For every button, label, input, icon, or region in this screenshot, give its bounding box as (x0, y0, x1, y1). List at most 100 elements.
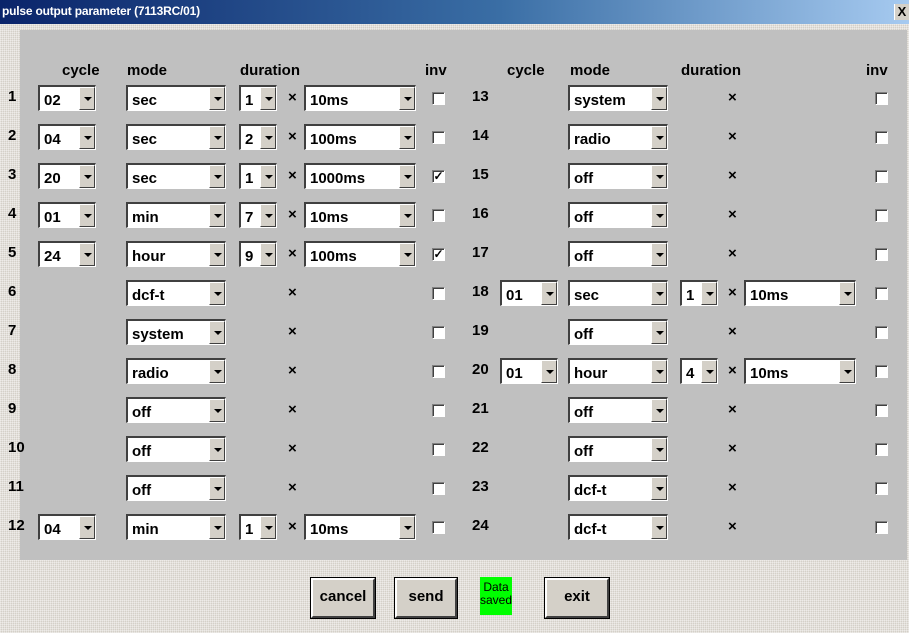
chevron-down-icon[interactable] (79, 87, 95, 110)
mode-select[interactable]: sec (126, 124, 226, 150)
cycle-select[interactable]: 04 (38, 124, 96, 150)
mode-select[interactable]: system (568, 85, 668, 111)
invert-checkbox[interactable] (432, 521, 445, 534)
duration-unit-select[interactable]: 100ms (304, 241, 416, 267)
chevron-down-icon[interactable] (651, 165, 667, 188)
cycle-select[interactable]: 01 (500, 280, 558, 306)
chevron-down-icon[interactable] (399, 165, 415, 188)
invert-checkbox[interactable] (875, 404, 888, 417)
mode-select[interactable]: off (568, 241, 668, 267)
chevron-down-icon[interactable] (209, 87, 225, 110)
invert-checkbox[interactable]: ✓ (432, 248, 445, 261)
mode-select[interactable]: off (126, 436, 226, 462)
invert-checkbox[interactable] (875, 443, 888, 456)
chevron-down-icon[interactable] (260, 126, 276, 149)
cycle-select[interactable]: 20 (38, 163, 96, 189)
chevron-down-icon[interactable] (651, 321, 667, 344)
mode-select[interactable]: system (126, 319, 226, 345)
chevron-down-icon[interactable] (209, 438, 225, 461)
chevron-down-icon[interactable] (399, 87, 415, 110)
chevron-down-icon[interactable] (79, 516, 95, 539)
duration-multiplier-select[interactable]: 1 (239, 514, 277, 540)
duration-unit-select[interactable]: 10ms (744, 358, 856, 384)
chevron-down-icon[interactable] (209, 321, 225, 344)
chevron-down-icon[interactable] (651, 87, 667, 110)
invert-checkbox[interactable] (875, 131, 888, 144)
exit-button[interactable]: exit (544, 577, 610, 619)
chevron-down-icon[interactable] (651, 516, 667, 539)
chevron-down-icon[interactable] (209, 477, 225, 500)
duration-multiplier-select[interactable]: 2 (239, 124, 277, 150)
mode-select[interactable]: dcf-t (126, 280, 226, 306)
chevron-down-icon[interactable] (209, 282, 225, 305)
duration-multiplier-select[interactable]: 1 (680, 280, 718, 306)
mode-select[interactable]: sec (568, 280, 668, 306)
duration-unit-select[interactable]: 10ms (304, 514, 416, 540)
invert-checkbox[interactable] (875, 521, 888, 534)
send-button[interactable]: send (394, 577, 458, 619)
cycle-select[interactable]: 01 (38, 202, 96, 228)
close-button[interactable]: X (894, 4, 909, 20)
mode-select[interactable]: off (126, 397, 226, 423)
cycle-select[interactable]: 01 (500, 358, 558, 384)
chevron-down-icon[interactable] (260, 243, 276, 266)
chevron-down-icon[interactable] (209, 126, 225, 149)
chevron-down-icon[interactable] (701, 360, 717, 383)
chevron-down-icon[interactable] (79, 126, 95, 149)
cycle-select[interactable]: 04 (38, 514, 96, 540)
chevron-down-icon[interactable] (651, 204, 667, 227)
invert-checkbox[interactable] (432, 365, 445, 378)
mode-select[interactable]: off (568, 202, 668, 228)
cycle-select[interactable]: 24 (38, 241, 96, 267)
invert-checkbox[interactable] (875, 248, 888, 261)
mode-select[interactable]: sec (126, 163, 226, 189)
mode-select[interactable]: off (568, 436, 668, 462)
invert-checkbox[interactable] (875, 209, 888, 222)
invert-checkbox[interactable] (432, 443, 445, 456)
chevron-down-icon[interactable] (399, 126, 415, 149)
mode-select[interactable]: dcf-t (568, 475, 668, 501)
mode-select[interactable]: hour (126, 241, 226, 267)
chevron-down-icon[interactable] (209, 360, 225, 383)
duration-multiplier-select[interactable]: 1 (239, 163, 277, 189)
chevron-down-icon[interactable] (209, 243, 225, 266)
duration-multiplier-select[interactable]: 1 (239, 85, 277, 111)
chevron-down-icon[interactable] (399, 516, 415, 539)
chevron-down-icon[interactable] (209, 399, 225, 422)
chevron-down-icon[interactable] (260, 165, 276, 188)
chevron-down-icon[interactable] (209, 204, 225, 227)
chevron-down-icon[interactable] (79, 243, 95, 266)
cycle-select[interactable]: 02 (38, 85, 96, 111)
chevron-down-icon[interactable] (651, 477, 667, 500)
chevron-down-icon[interactable] (209, 165, 225, 188)
chevron-down-icon[interactable] (839, 282, 855, 305)
invert-checkbox[interactable] (875, 170, 888, 183)
duration-unit-select[interactable]: 10ms (304, 85, 416, 111)
chevron-down-icon[interactable] (701, 282, 717, 305)
chevron-down-icon[interactable] (651, 126, 667, 149)
duration-unit-select[interactable]: 1000ms (304, 163, 416, 189)
mode-select[interactable]: min (126, 514, 226, 540)
chevron-down-icon[interactable] (651, 282, 667, 305)
chevron-down-icon[interactable] (399, 243, 415, 266)
duration-multiplier-select[interactable]: 4 (680, 358, 718, 384)
mode-select[interactable]: min (126, 202, 226, 228)
duration-unit-select[interactable]: 100ms (304, 124, 416, 150)
duration-unit-select[interactable]: 10ms (744, 280, 856, 306)
chevron-down-icon[interactable] (541, 360, 557, 383)
cancel-button[interactable]: cancel (310, 577, 376, 619)
chevron-down-icon[interactable] (651, 438, 667, 461)
chevron-down-icon[interactable] (79, 204, 95, 227)
chevron-down-icon[interactable] (260, 204, 276, 227)
invert-checkbox[interactable] (432, 209, 445, 222)
mode-select[interactable]: off (568, 319, 668, 345)
invert-checkbox[interactable] (432, 404, 445, 417)
mode-select[interactable]: radio (126, 358, 226, 384)
invert-checkbox[interactable] (432, 287, 445, 300)
duration-multiplier-select[interactable]: 9 (239, 241, 277, 267)
chevron-down-icon[interactable] (260, 516, 276, 539)
mode-select[interactable]: off (568, 163, 668, 189)
chevron-down-icon[interactable] (209, 516, 225, 539)
chevron-down-icon[interactable] (839, 360, 855, 383)
chevron-down-icon[interactable] (260, 87, 276, 110)
